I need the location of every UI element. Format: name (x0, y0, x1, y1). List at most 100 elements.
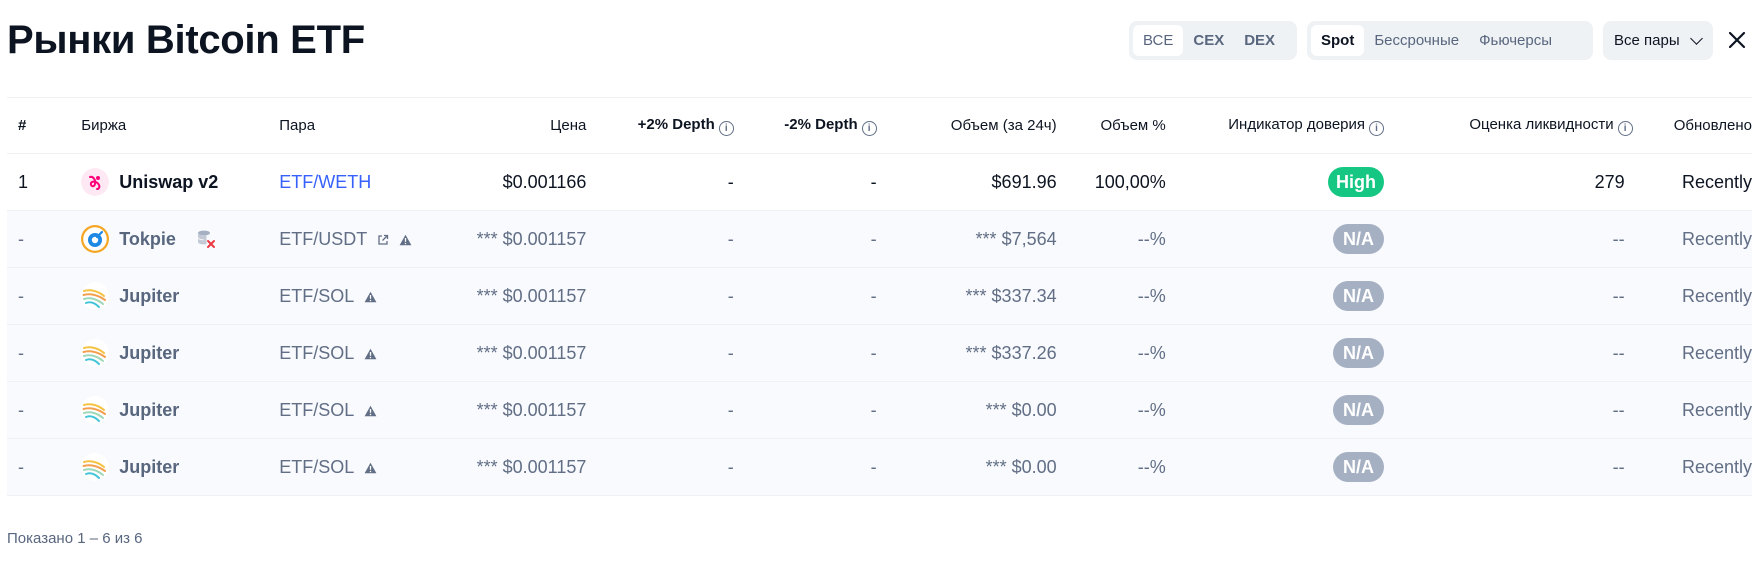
price-cell: $0.001166 (502, 171, 587, 192)
markets-table: # Биржа Пара Цена +2% Depth i -2% Depth i … (7, 97, 1752, 496)
header-pair[interactable]: Пара (279, 98, 450, 154)
warning-icon[interactable] (399, 234, 412, 246)
header-liquidity[interactable]: Оценка ликвидности i (1384, 98, 1633, 154)
exchange-name: Jupiter (119, 342, 180, 363)
header-volume-pct[interactable]: Объем % (1057, 98, 1165, 154)
jupiter-logo (81, 396, 110, 424)
confidence-cell: N/A (1166, 439, 1385, 496)
warning-icon[interactable] (364, 405, 377, 417)
volume-cell: $691.96 (991, 171, 1057, 192)
pair-link[interactable]: ETF/WETH (279, 172, 371, 192)
liquidity-cell: -- (1612, 342, 1625, 363)
liquidity-cell: 279 (1594, 171, 1625, 192)
volume-cell: *** $0.00 (985, 456, 1057, 477)
depth-minus-cell: - (870, 228, 877, 249)
header-rank[interactable]: # (7, 98, 81, 154)
pair-label: ETF/SOL (279, 456, 354, 477)
pair-cell[interactable]: ETF/USDT (279, 211, 450, 268)
warning-icon[interactable] (364, 291, 377, 303)
depth-minus-cell: - (870, 285, 877, 306)
header-depth-minus[interactable]: -2% Depth i (734, 98, 877, 154)
exchange-cell[interactable]: Jupiter (81, 325, 279, 382)
confidence-cell: High (1166, 154, 1385, 211)
price-cell: *** $0.001157 (476, 285, 587, 306)
exchange-cell[interactable]: Tokpie (81, 211, 279, 268)
table-row: - Jupiter ETF/SOL *** $0.001157 - - *** … (7, 438, 1752, 496)
tokpie-logo (81, 225, 110, 253)
close-icon[interactable] (1725, 28, 1749, 52)
header-updated[interactable]: Обновлено (1633, 98, 1752, 154)
table-row: - Jupiter ETF/SOL *** $0.001157 - - *** … (7, 267, 1752, 325)
rank-cell: - (18, 228, 24, 249)
filter-all-button[interactable]: ВСЕ (1133, 25, 1184, 56)
exchange-cell[interactable]: Uniswap v2 (81, 154, 279, 211)
volume-cell: *** $337.26 (965, 342, 1057, 363)
rank-cell: 1 (18, 171, 29, 192)
filter-dex-button[interactable]: DEX (1234, 25, 1285, 56)
exchange-name: Tokpie (119, 228, 176, 249)
external-link-icon[interactable] (377, 234, 389, 246)
pairs-dropdown[interactable]: Все пары (1603, 21, 1713, 60)
header-volume[interactable]: Объем (за 24ч) (877, 98, 1057, 154)
info-icon[interactable]: i (718, 120, 734, 136)
volume-pct-cell: --% (1137, 285, 1166, 306)
volume-cell: *** $7,564 (975, 228, 1057, 249)
exchange-cell[interactable]: Jupiter (81, 439, 279, 496)
updated-cell: Recently (1681, 171, 1752, 192)
header-depth-plus-label: +2% Depth (637, 115, 715, 133)
filter-spot-button[interactable]: Spot (1311, 25, 1365, 56)
header-depth-plus[interactable]: +2% Depth i (586, 98, 734, 154)
rank-cell: - (18, 456, 24, 477)
confidence-cell: N/A (1166, 211, 1385, 268)
confidence-badge: N/A (1333, 281, 1385, 311)
pair-cell[interactable]: ETF/WETH (279, 154, 450, 211)
volume-pct-cell: --% (1137, 228, 1166, 249)
filter-perpetual-button[interactable]: Бессрочные (1364, 25, 1469, 56)
header-exchange[interactable]: Биржа (81, 98, 279, 154)
rank-cell: - (18, 285, 24, 306)
exchange-cell[interactable]: Jupiter (81, 268, 279, 325)
depth-minus-cell: - (870, 456, 877, 477)
info-icon[interactable]: i (1369, 120, 1385, 136)
database-error-icon (197, 230, 215, 248)
liquidity-cell: -- (1612, 399, 1625, 420)
pair-label: ETF/SOL (279, 342, 354, 363)
pair-cell[interactable]: ETF/SOL (279, 325, 450, 382)
updated-cell: Recently (1681, 456, 1752, 477)
header-depth-minus-label: -2% Depth (784, 115, 858, 133)
confidence-badge: N/A (1333, 224, 1385, 254)
exchange-name: Uniswap v2 (119, 171, 219, 192)
warning-icon[interactable] (364, 348, 377, 360)
volume-cell: *** $337.34 (965, 285, 1057, 306)
header-price[interactable]: Цена (450, 98, 586, 154)
pair-cell[interactable]: ETF/SOL (279, 382, 450, 439)
pair-cell[interactable]: ETF/SOL (279, 439, 450, 496)
liquidity-cell: -- (1612, 285, 1625, 306)
table-header-row: # Биржа Пара Цена +2% Depth i -2% Depth i … (7, 97, 1752, 154)
warning-icon[interactable] (364, 462, 377, 474)
chevron-down-icon (1690, 32, 1703, 45)
header: Рынки Bitcoin ETF ВСЕ CEX DEX Spot Бесср… (7, 0, 1752, 84)
header-liquidity-label: Оценка ликвидности (1469, 115, 1614, 133)
price-cell: *** $0.001157 (476, 228, 587, 249)
table-row: 1 Uniswap v2 ETF/WETH $0.001166 - - $691… (7, 154, 1752, 211)
filter-cex-button[interactable]: CEX (1183, 25, 1234, 56)
info-icon[interactable]: i (1617, 120, 1633, 136)
volume-pct-cell: 100,00% (1094, 171, 1166, 192)
price-cell: *** $0.001157 (476, 342, 587, 363)
header-confidence[interactable]: Индикатор доверия i (1166, 98, 1385, 154)
exchange-cell[interactable]: Jupiter (81, 382, 279, 439)
pairs-dropdown-label: Все пары (1614, 32, 1680, 49)
pagination-summary: Показано 1 – 6 из 6 (7, 530, 143, 547)
volume-pct-cell: --% (1137, 399, 1166, 420)
depth-plus-cell: - (727, 456, 734, 477)
confidence-badge: High (1328, 167, 1385, 197)
info-icon[interactable]: i (861, 120, 877, 136)
pair-label: ETF/USDT (279, 228, 367, 249)
filter-futures-button[interactable]: Фьючерсы (1469, 25, 1562, 56)
pair-cell[interactable]: ETF/SOL (279, 268, 450, 325)
depth-plus-cell: - (727, 171, 734, 192)
exchange-name: Jupiter (119, 285, 180, 306)
market-type-switch: ВСЕ CEX DEX (1129, 21, 1297, 60)
pair-label: ETF/SOL (279, 285, 354, 306)
